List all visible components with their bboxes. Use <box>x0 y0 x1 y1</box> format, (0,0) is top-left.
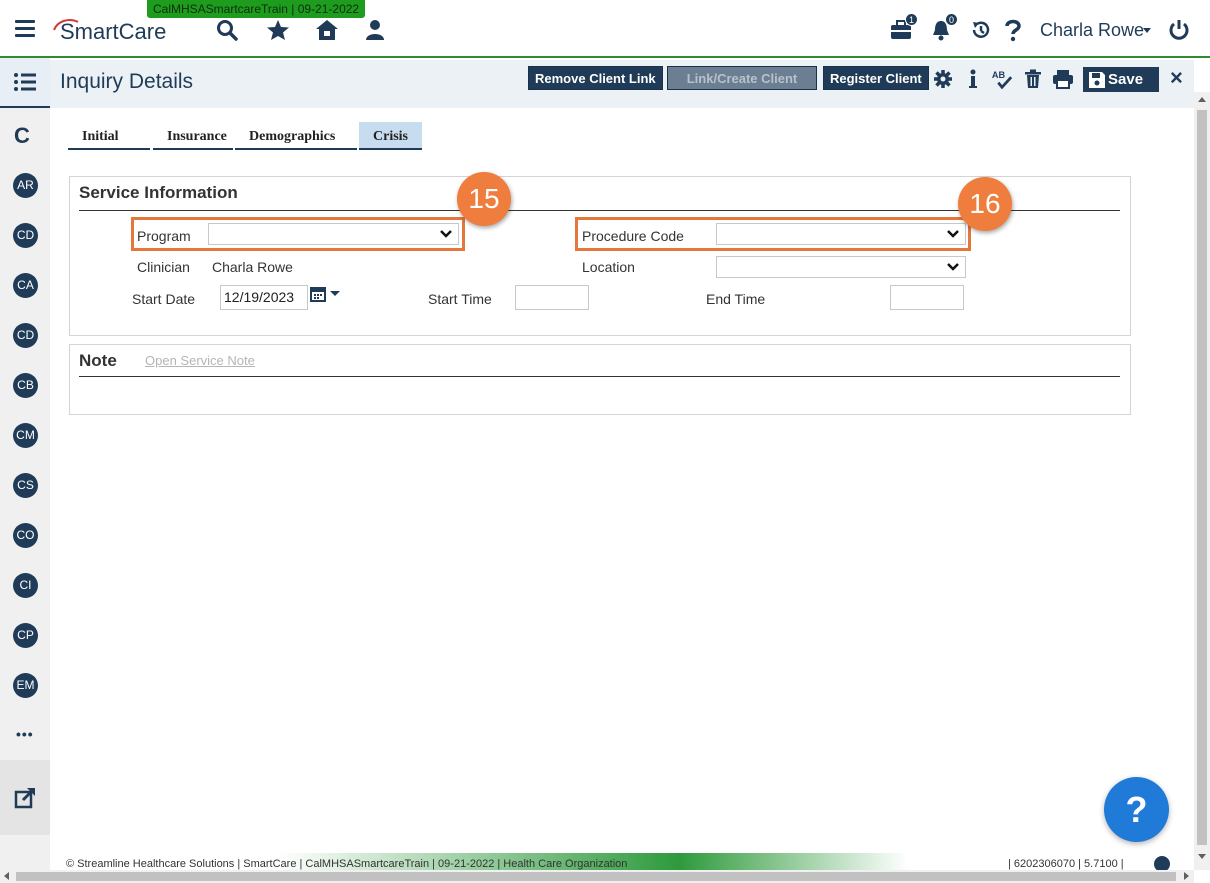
sidebar-item-co[interactable]: CO <box>13 523 38 548</box>
sidebar-item-em[interactable]: EM <box>13 673 38 698</box>
note-section: Note Open Service Note <box>69 344 1131 415</box>
briefcase-icon[interactable]: 1 <box>888 13 918 43</box>
sidebar-more-icon[interactable]: ••• <box>16 726 34 742</box>
save-icon <box>1089 72 1105 88</box>
print-icon[interactable] <box>1052 68 1074 90</box>
sidebar-item-cm[interactable]: CM <box>13 423 38 448</box>
start-date-input[interactable]: 12/19/2023 <box>220 285 308 310</box>
gear-icon[interactable] <box>932 68 954 90</box>
tab-insurance[interactable]: Insurance <box>153 122 233 150</box>
sidebar-item-cd[interactable]: CD <box>13 223 38 248</box>
user-icon[interactable] <box>362 17 388 43</box>
section-divider <box>79 376 1120 377</box>
step-callout-16: 16 <box>958 177 1012 231</box>
logo-text: SmartCare <box>60 19 167 44</box>
sidebar-item-ca[interactable]: CA <box>13 273 38 298</box>
left-sidebar: C AR CD CA CD CB CM CS CO CI CP EM ••• <box>0 58 50 870</box>
program-highlight <box>131 217 465 251</box>
sidebar-item-cs[interactable]: CS <box>13 473 38 498</box>
sidebar-item-ar[interactable]: AR <box>13 173 38 198</box>
sidebar-item-cd-2[interactable]: CD <box>13 323 38 348</box>
chevron-down-icon <box>947 263 959 271</box>
save-button[interactable]: Save <box>1083 67 1159 92</box>
location-label: Location <box>582 259 635 275</box>
sidebar-item-ci[interactable]: CI <box>13 573 38 598</box>
user-menu-caret-icon[interactable] <box>1143 28 1151 33</box>
history-icon[interactable] <box>968 17 994 43</box>
svg-text:AB: AB <box>992 70 1006 80</box>
home-icon[interactable] <box>314 17 340 43</box>
link-create-client-button[interactable]: Link/Create Client <box>667 66 817 90</box>
sidebar-client-c[interactable]: C <box>14 123 30 149</box>
star-icon[interactable] <box>265 17 291 43</box>
scroll-left-icon[interactable] <box>4 872 9 880</box>
content-toolbar: Inquiry Details Remove Client Link Link/… <box>50 60 1194 108</box>
user-menu[interactable]: Charla Rowe <box>1040 20 1144 41</box>
main-content: Initial Insurance Demographics Crisis Se… <box>50 108 1194 853</box>
step-callout-15: 15 <box>457 172 511 226</box>
open-service-note-link[interactable]: Open Service Note <box>145 353 255 368</box>
start-date-label: Start Date <box>132 291 196 307</box>
bell-icon[interactable]: 0 <box>928 13 958 43</box>
procedure-code-highlight <box>575 217 971 251</box>
top-header: CalMHSASmartcareTrain | 09-21-2022 Smart… <box>0 0 1210 58</box>
info-icon[interactable] <box>962 68 984 90</box>
service-information-title: Service Information <box>79 183 238 202</box>
vertical-scrollbar[interactable] <box>1194 92 1210 870</box>
remove-client-link-button[interactable]: Remove Client Link <box>528 66 663 90</box>
calendar-icon[interactable] <box>310 285 344 305</box>
help-button[interactable]: ? <box>1104 777 1169 842</box>
footer-info-icon[interactable] <box>1154 856 1170 870</box>
hamburger-icon[interactable] <box>15 20 35 38</box>
note-title: Note <box>79 351 117 370</box>
end-time-label: End Time <box>706 291 766 307</box>
location-select[interactable] <box>716 256 966 278</box>
spellcheck-icon[interactable]: AB <box>991 68 1013 90</box>
page-title: Inquiry Details <box>60 70 194 93</box>
clinician-label: Clinician <box>137 259 190 275</box>
clinician-value: Charla Rowe <box>212 259 293 275</box>
footer-version: | 6202306070 | 5.7100 | <box>1008 858 1124 870</box>
scroll-right-icon[interactable] <box>1184 872 1189 880</box>
sidebar-item-cb[interactable]: CB <box>13 373 38 398</box>
alerts-badge: 0 <box>945 13 958 26</box>
search-icon[interactable] <box>214 17 240 43</box>
environment-badge: CalMHSASmartcareTrain | 09-21-2022 <box>147 0 366 18</box>
save-button-label: Save <box>1108 71 1144 88</box>
close-icon[interactable]: × <box>1170 65 1183 91</box>
external-link-icon[interactable] <box>0 760 50 835</box>
footer-bar: © Streamline Healthcare Solutions | Smar… <box>50 853 1194 870</box>
start-time-label: Start Time <box>428 291 492 307</box>
vertical-scroll-thumb[interactable] <box>1197 110 1207 845</box>
tab-initial[interactable]: Initial <box>68 122 150 150</box>
app-window: CalMHSASmartcareTrain | 09-21-2022 Smart… <box>0 0 1210 883</box>
horizontal-scroll-thumb[interactable] <box>16 872 1176 881</box>
horizontal-scrollbar[interactable] <box>0 870 1194 883</box>
tab-crisis[interactable]: Crisis <box>359 122 422 150</box>
start-time-input[interactable] <box>515 285 589 310</box>
scroll-up-icon[interactable] <box>1198 97 1206 102</box>
trash-icon[interactable] <box>1022 68 1044 90</box>
briefcase-badge: 1 <box>905 13 918 26</box>
footer-copyright: © Streamline Healthcare Solutions | Smar… <box>66 858 628 870</box>
scroll-down-icon[interactable] <box>1198 854 1206 859</box>
list-icon[interactable] <box>0 58 50 108</box>
power-icon[interactable] <box>1166 17 1192 43</box>
register-client-button[interactable]: Register Client <box>823 66 929 90</box>
end-time-input[interactable] <box>890 285 964 310</box>
question-icon[interactable] <box>1000 17 1026 43</box>
sidebar-item-cp[interactable]: CP <box>13 623 38 648</box>
tab-demographics[interactable]: Demographics <box>235 122 357 150</box>
